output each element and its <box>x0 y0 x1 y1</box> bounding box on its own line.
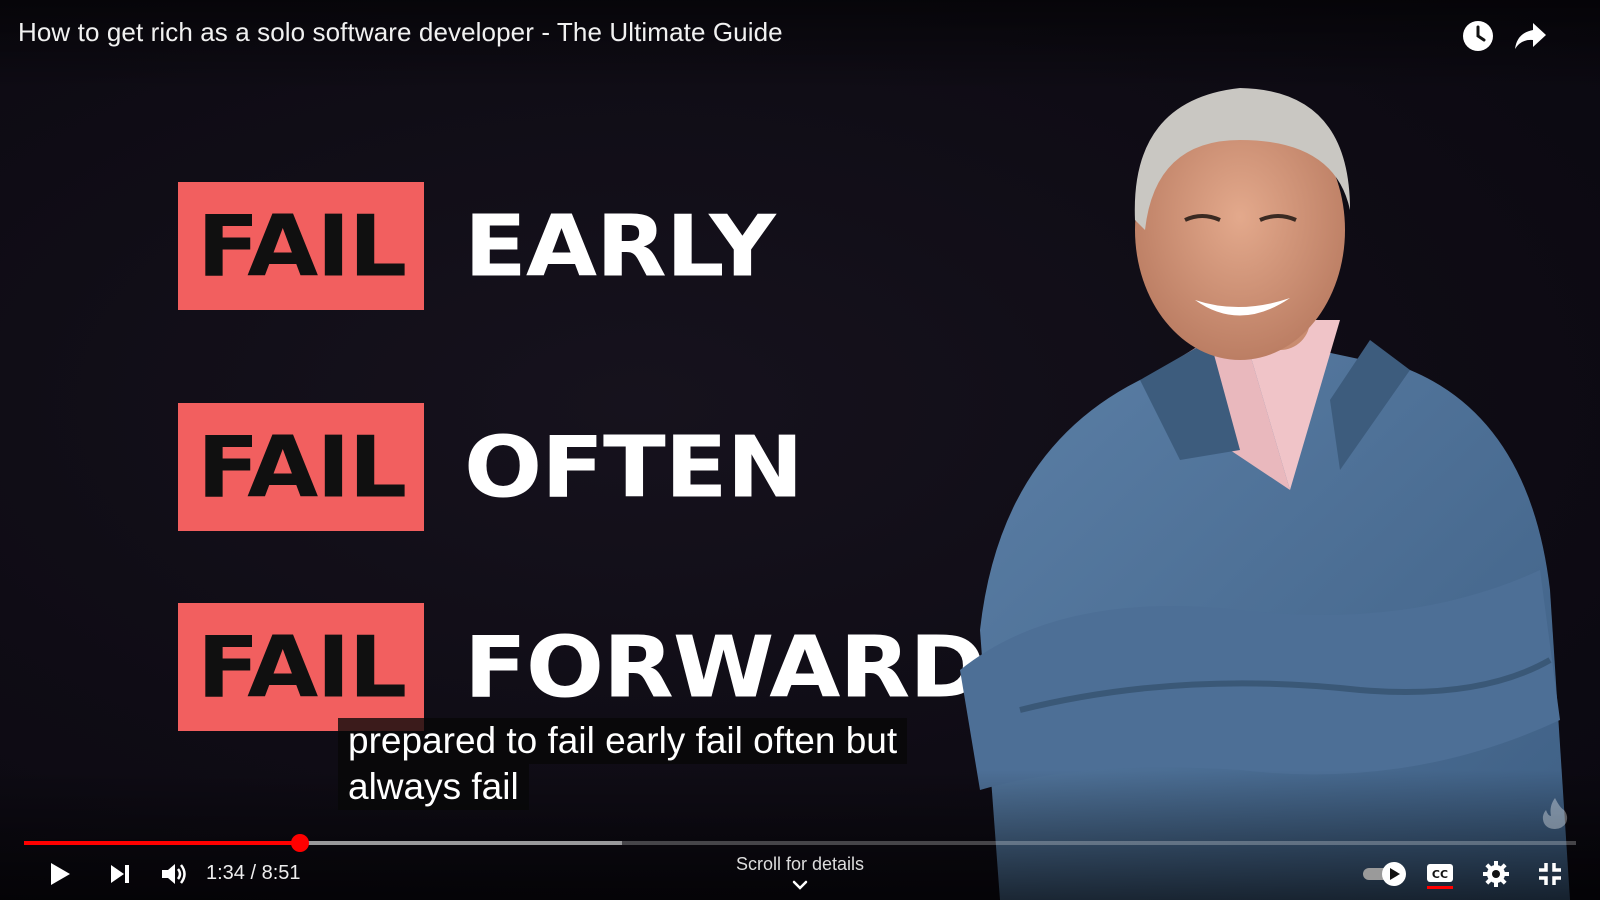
progress-bar[interactable] <box>24 834 1576 852</box>
autoplay-toggle[interactable] <box>1362 856 1408 892</box>
fail-word: FAIL <box>196 196 407 296</box>
phrase-word-often: OFTEN <box>464 417 804 517</box>
fail-box: FAIL <box>178 403 424 531</box>
video-frame[interactable]: FAIL EARLY FAIL OFTEN FAIL FORWARD How t… <box>0 0 1600 900</box>
autoplay-toggle-icon <box>1363 862 1406 886</box>
exit-fullscreen-button[interactable] <box>1530 856 1570 892</box>
share-icon <box>1515 23 1546 49</box>
heatmap-flame-icon <box>1542 798 1568 829</box>
mute-button[interactable] <box>156 856 192 892</box>
fail-box: FAIL <box>178 603 424 731</box>
captions-window[interactable]: prepared to fail early fail often but al… <box>338 718 908 810</box>
next-icon <box>111 865 129 883</box>
caption-line: prepared to fail early fail often but <box>338 718 908 764</box>
phrase-row-early: FAIL EARLY <box>178 182 776 310</box>
phrase-word-forward: FORWARD <box>464 617 986 717</box>
time-display: 1:34 / 8:51 <box>206 862 301 884</box>
next-button[interactable] <box>102 856 138 892</box>
svg-text:CC: CC <box>1432 868 1448 881</box>
caption-line: always fail <box>338 764 529 810</box>
volume-icon <box>162 864 186 884</box>
captions-button[interactable]: CC <box>1420 856 1460 892</box>
fail-word: FAIL <box>196 617 407 717</box>
share-button[interactable] <box>1510 16 1550 56</box>
watch-later-button[interactable] <box>1458 16 1498 56</box>
exit-fullscreen-icon <box>1539 863 1561 885</box>
settings-button[interactable] <box>1476 856 1516 892</box>
fail-box: FAIL <box>178 182 424 310</box>
video-title[interactable]: How to get rich as a solo software devel… <box>18 17 783 48</box>
captions-icon: CC <box>1427 864 1453 889</box>
scroll-for-details[interactable]: Scroll for details <box>700 854 900 875</box>
chevron-down-icon[interactable] <box>790 878 810 892</box>
phrase-row-often: FAIL OFTEN <box>178 403 804 531</box>
phrase-word-early: EARLY <box>464 196 776 296</box>
watch-later-icon <box>1463 21 1493 51</box>
gear-icon <box>1483 861 1509 887</box>
play-button[interactable] <box>42 856 78 892</box>
phrase-row-forward: FAIL FORWARD <box>178 603 986 731</box>
play-icon <box>51 863 70 885</box>
fail-word: FAIL <box>196 417 407 517</box>
progress-played <box>24 841 301 845</box>
